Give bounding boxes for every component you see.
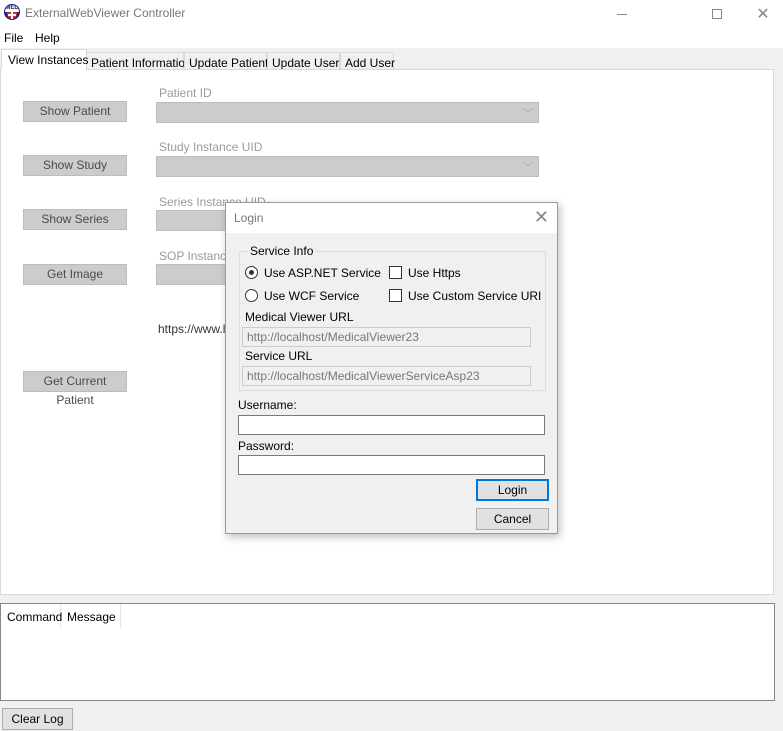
tab-patient-information[interactable]: Patient Information (86, 52, 192, 70)
close-button[interactable]: ✕ (740, 0, 783, 28)
dialog-title: Login (234, 211, 264, 225)
column-command[interactable]: Command (1, 604, 62, 628)
show-series-button[interactable]: Show Series (23, 209, 127, 230)
use-aspnet-label[interactable]: Use ASP.NET Service (264, 266, 381, 280)
username-input[interactable] (238, 415, 545, 435)
log-list[interactable]: Command Message (0, 603, 775, 701)
tab-strip: View Instances Patient Information Updat… (0, 48, 783, 70)
close-icon[interactable]: ✕ (534, 207, 549, 228)
service-info-group: Service Info Use ASP.NET Service Use Htt… (239, 244, 546, 391)
use-wcf-label[interactable]: Use WCF Service (264, 289, 359, 303)
username-label: Username: (238, 398, 297, 412)
minimize-icon (617, 13, 627, 15)
use-aspnet-radio[interactable] (245, 266, 258, 279)
study-uid-label: Study Instance UID (159, 140, 263, 154)
cancel-button[interactable]: Cancel (476, 508, 549, 530)
use-wcf-radio[interactable] (245, 289, 258, 302)
med-app-icon: MED (4, 4, 20, 20)
password-input[interactable] (238, 455, 545, 475)
login-button[interactable]: Login (476, 479, 549, 501)
window-title: ExternalWebViewer Controller (25, 6, 186, 20)
service-url-field[interactable]: http://localhost/MedicalViewerServiceAsp… (242, 366, 531, 386)
tab-view-instances[interactable]: View Instances (1, 49, 89, 70)
url-link[interactable]: https://www.le (158, 322, 232, 336)
show-patient-button[interactable]: Show Patient (23, 101, 127, 122)
use-custom-uri-checkbox[interactable] (389, 289, 402, 302)
chevron-down-icon: ﹀ (523, 163, 533, 174)
patient-id-combo[interactable]: ﹀ (156, 102, 539, 123)
title-bar: MED ExternalWebViewer Controller ✕ (0, 0, 783, 28)
service-url-label: Service URL (245, 349, 313, 363)
use-https-checkbox[interactable] (389, 266, 402, 279)
study-uid-combo[interactable]: ﹀ (156, 156, 539, 177)
chevron-down-icon: ﹀ (523, 109, 533, 120)
clear-log-button[interactable]: Clear Log (2, 708, 73, 730)
column-message[interactable]: Message (61, 604, 121, 628)
patient-id-label: Patient ID (159, 86, 212, 100)
get-current-patient-button[interactable]: Get Current Patient (23, 371, 127, 407)
use-custom-uri-label[interactable]: Use Custom Service URI (408, 289, 541, 303)
close-icon: ✕ (756, 6, 770, 23)
dialog-title-bar: Login ✕ (226, 203, 557, 233)
viewer-url-label: Medical Viewer URL (245, 310, 354, 324)
menu-bar: File Help (0, 28, 783, 48)
menu-file[interactable]: File (4, 31, 23, 45)
menu-help[interactable]: Help (35, 31, 60, 45)
tab-add-user[interactable]: Add User (340, 52, 395, 70)
tab-update-user[interactable]: Update User (267, 52, 340, 70)
viewer-url-field[interactable]: http://localhost/MedicalViewer23 (242, 327, 531, 347)
maximize-button[interactable] (694, 0, 740, 28)
maximize-icon (712, 9, 722, 19)
get-image-button[interactable]: Get Image (23, 264, 127, 285)
use-https-label[interactable]: Use Https (408, 266, 461, 280)
login-dialog: Login ✕ Service Info Use ASP.NET Service… (225, 202, 558, 534)
show-study-button[interactable]: Show Study (23, 155, 127, 176)
password-label: Password: (238, 439, 295, 453)
service-info-legend: Service Info (248, 244, 316, 258)
tab-update-patient[interactable]: Update Patient (184, 52, 268, 70)
minimize-button[interactable] (599, 0, 645, 28)
